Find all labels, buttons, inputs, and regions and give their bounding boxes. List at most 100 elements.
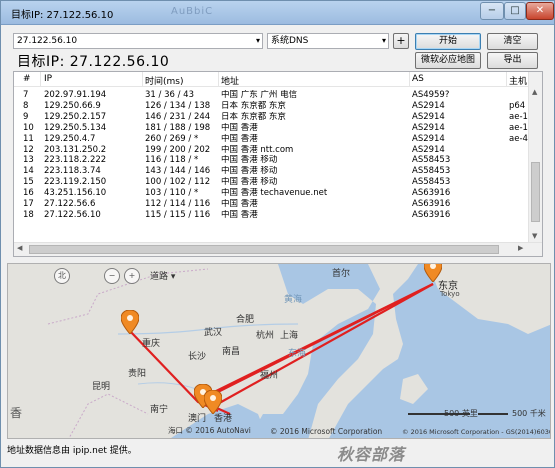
hop-ip: 202.97.91.194 <box>44 90 107 100</box>
table-row[interactable]: 10 129.250.5.134 181 / 188 / 198 中国 香港 AS291… <box>14 123 528 134</box>
hop-ip: 223.119.2.150 <box>44 177 107 188</box>
copyright-microsoft-gs: © 2016 Microsoft Corporation - GS(2014)6… <box>402 428 551 436</box>
route-map[interactable]: 北 − + 道路 ▾ 首尔 黄海 东京 Tokyo 重庆 武汉 合肥 杭州 上海… <box>7 263 551 439</box>
bing-map-button[interactable]: 微软必应地图 <box>415 52 481 69</box>
hop-address: 中国 香港 移动 <box>221 166 278 177</box>
hop-address: 中国 广东 广州 电信 <box>221 90 298 100</box>
chevron-down-icon[interactable]: ▾ <box>382 34 386 48</box>
hop-time: 115 / 115 / 116 <box>145 209 211 220</box>
clear-button[interactable]: 清空 <box>487 33 538 50</box>
table-row[interactable]: 11 129.250.4.7 260 / 269 / * 中国 香港 AS2914 ae-… <box>14 134 528 145</box>
hop-address: 中国 香港 <box>221 122 258 133</box>
hop-address: 中国 香港 ntt.com <box>221 144 294 155</box>
header-number[interactable]: # <box>23 74 31 84</box>
hop-as: AS2914 <box>412 144 445 155</box>
table-row[interactable]: 13 223.118.2.222 116 / 118 / * 中国 香港 移动 AS58… <box>14 155 528 166</box>
scroll-thumb[interactable] <box>531 162 540 222</box>
map-label-guiyang: 贵阳 <box>128 369 147 379</box>
hop-time: 116 / 118 / * <box>145 155 199 166</box>
map-label-east-sea: 东海 <box>288 349 307 359</box>
table-row[interactable]: 18 27.122.56.10 115 / 115 / 116 中国 香港 AS6391… <box>14 210 528 221</box>
trace-table: # IP 时间(ms) 地址 AS 主机 7 202.97.91.194 31 / … <box>13 71 543 257</box>
add-dns-button[interactable]: + <box>393 33 409 49</box>
target-ip-label: 目标IP: 27.122.56.10 <box>17 54 170 70</box>
hop-ip: 27.122.56.6 <box>44 199 96 209</box>
header-address[interactable]: 地址 <box>221 74 239 87</box>
table-row[interactable]: 16 43.251.156.10 103 / 110 / * 中国 香港 techav… <box>14 188 528 199</box>
hop-address: 中国 香港 techavenue.net <box>221 188 328 199</box>
hop-ip: 27.122.56.10 <box>44 209 101 220</box>
title-bar: 目标IP: 27.122.56.10 AuBbiC − □ ✕ <box>1 1 554 25</box>
scale-miles-label: 500 英里 <box>444 409 478 418</box>
hop-address: 日本 东京都 东京 <box>221 111 286 122</box>
hop-address: 中国 香港 <box>221 133 258 144</box>
map-label-partial: 香 <box>10 406 23 420</box>
hop-time: 112 / 114 / 116 <box>145 199 211 209</box>
hop-as: AS2914 <box>412 133 445 144</box>
hop-number: 13 <box>23 155 34 166</box>
table-row[interactable]: 8 129.250.66.9 126 / 134 / 138 日本 东京都 东京 AS2… <box>14 101 528 112</box>
hop-as: AS58453 <box>412 177 451 188</box>
chevron-down-icon[interactable]: ▾ <box>256 34 260 48</box>
compass-north-icon[interactable]: 北 <box>54 268 70 284</box>
hop-as: AS2914 <box>412 111 445 122</box>
table-row[interactable]: 12 203.131.250.2 199 / 200 / 202 中国 香港 ntt.… <box>14 145 528 156</box>
hop-as: AS58453 <box>412 166 451 177</box>
scale-bar-km <box>478 413 508 415</box>
start-button[interactable]: 开始 <box>415 33 481 50</box>
scale-km-label: 500 千米 <box>512 409 546 418</box>
map-label-macau: 澳门 <box>188 414 207 424</box>
hop-as: AS63916 <box>412 188 451 199</box>
scroll-up-icon[interactable]: ▲ <box>532 88 537 96</box>
ip-input[interactable]: 27.122.56.10 ▾ <box>13 33 263 49</box>
table-row[interactable]: 9 129.250.2.157 146 / 231 / 244 日本 东京都 东京 AS… <box>14 112 528 123</box>
header-host[interactable]: 主机 <box>509 74 527 87</box>
map-label-changsha: 长沙 <box>188 352 207 362</box>
table-row[interactable]: 17 27.122.56.6 112 / 114 / 116 中国 香港 AS63916 <box>14 199 528 210</box>
watermark: 秋容部落 www.zrblog.net <box>337 445 492 468</box>
scroll-thumb-horizontal[interactable] <box>29 245 499 254</box>
hop-time: 126 / 134 / 138 <box>145 100 211 111</box>
hop-address: 中国 香港 移动 <box>221 177 278 188</box>
map-label-hangzhou: 杭州 <box>256 331 275 341</box>
hop-number: 10 <box>23 122 34 133</box>
hop-as: AS63916 <box>412 209 451 220</box>
hop-time: 181 / 188 / 198 <box>145 122 211 133</box>
hop-number: 14 <box>23 166 34 177</box>
map-label-hefei: 合肥 <box>236 315 255 325</box>
zoom-in-button[interactable]: + <box>124 268 140 284</box>
hop-number: 16 <box>23 188 34 199</box>
hop-address: 中国 香港 <box>221 199 258 209</box>
export-button[interactable]: 导出 <box>487 52 538 69</box>
table-header: # IP 时间(ms) 地址 AS 主机 <box>14 72 542 87</box>
hop-time: 100 / 102 / 112 <box>145 177 211 188</box>
roads-dropdown[interactable]: 道路 ▾ <box>150 269 175 282</box>
close-button[interactable]: ✕ <box>526 2 554 20</box>
hop-number: 15 <box>23 177 34 188</box>
horizontal-scrollbar[interactable]: ◀ ▶ <box>14 242 542 256</box>
minimize-button[interactable]: − <box>480 2 504 20</box>
header-ip[interactable]: IP <box>44 74 52 84</box>
table-row[interactable]: 7 202.97.91.194 31 / 36 / 43 中国 广东 广州 电信 AS4… <box>14 90 528 101</box>
hop-time: 103 / 110 / * <box>145 188 199 199</box>
map-label-fuzhou: 福州 <box>260 371 279 381</box>
scroll-down-icon[interactable]: ▼ <box>532 232 537 240</box>
scroll-left-icon[interactable]: ◀ <box>17 244 22 252</box>
maximize-button[interactable]: □ <box>504 2 526 20</box>
window-title: 目标IP: 27.122.56.10 <box>11 10 114 21</box>
dns-select[interactable]: 系统DNS ▾ <box>267 33 389 49</box>
header-time[interactable]: 时间(ms) <box>145 74 183 87</box>
hop-number: 17 <box>23 199 34 209</box>
map-label-hongkong: 香港 <box>214 414 233 424</box>
hop-time: 199 / 200 / 202 <box>145 144 211 155</box>
table-row[interactable]: 14 223.118.3.74 143 / 144 / 146 中国 香港 移动 AS5… <box>14 166 528 177</box>
ip-input-value: 27.122.56.10 <box>17 36 78 46</box>
hop-ip: 129.250.2.157 <box>44 111 107 122</box>
zoom-out-button[interactable]: − <box>104 268 120 284</box>
hop-as: AS58453 <box>412 155 451 166</box>
table-row[interactable]: 15 223.119.2.150 100 / 102 / 112 中国 香港 移动 AS… <box>14 177 528 188</box>
header-as[interactable]: AS <box>412 74 424 84</box>
vertical-scrollbar[interactable]: ▲ ▼ <box>528 72 542 243</box>
map-label-shanghai: 上海 <box>280 331 299 341</box>
scroll-right-icon[interactable]: ▶ <box>518 244 523 252</box>
